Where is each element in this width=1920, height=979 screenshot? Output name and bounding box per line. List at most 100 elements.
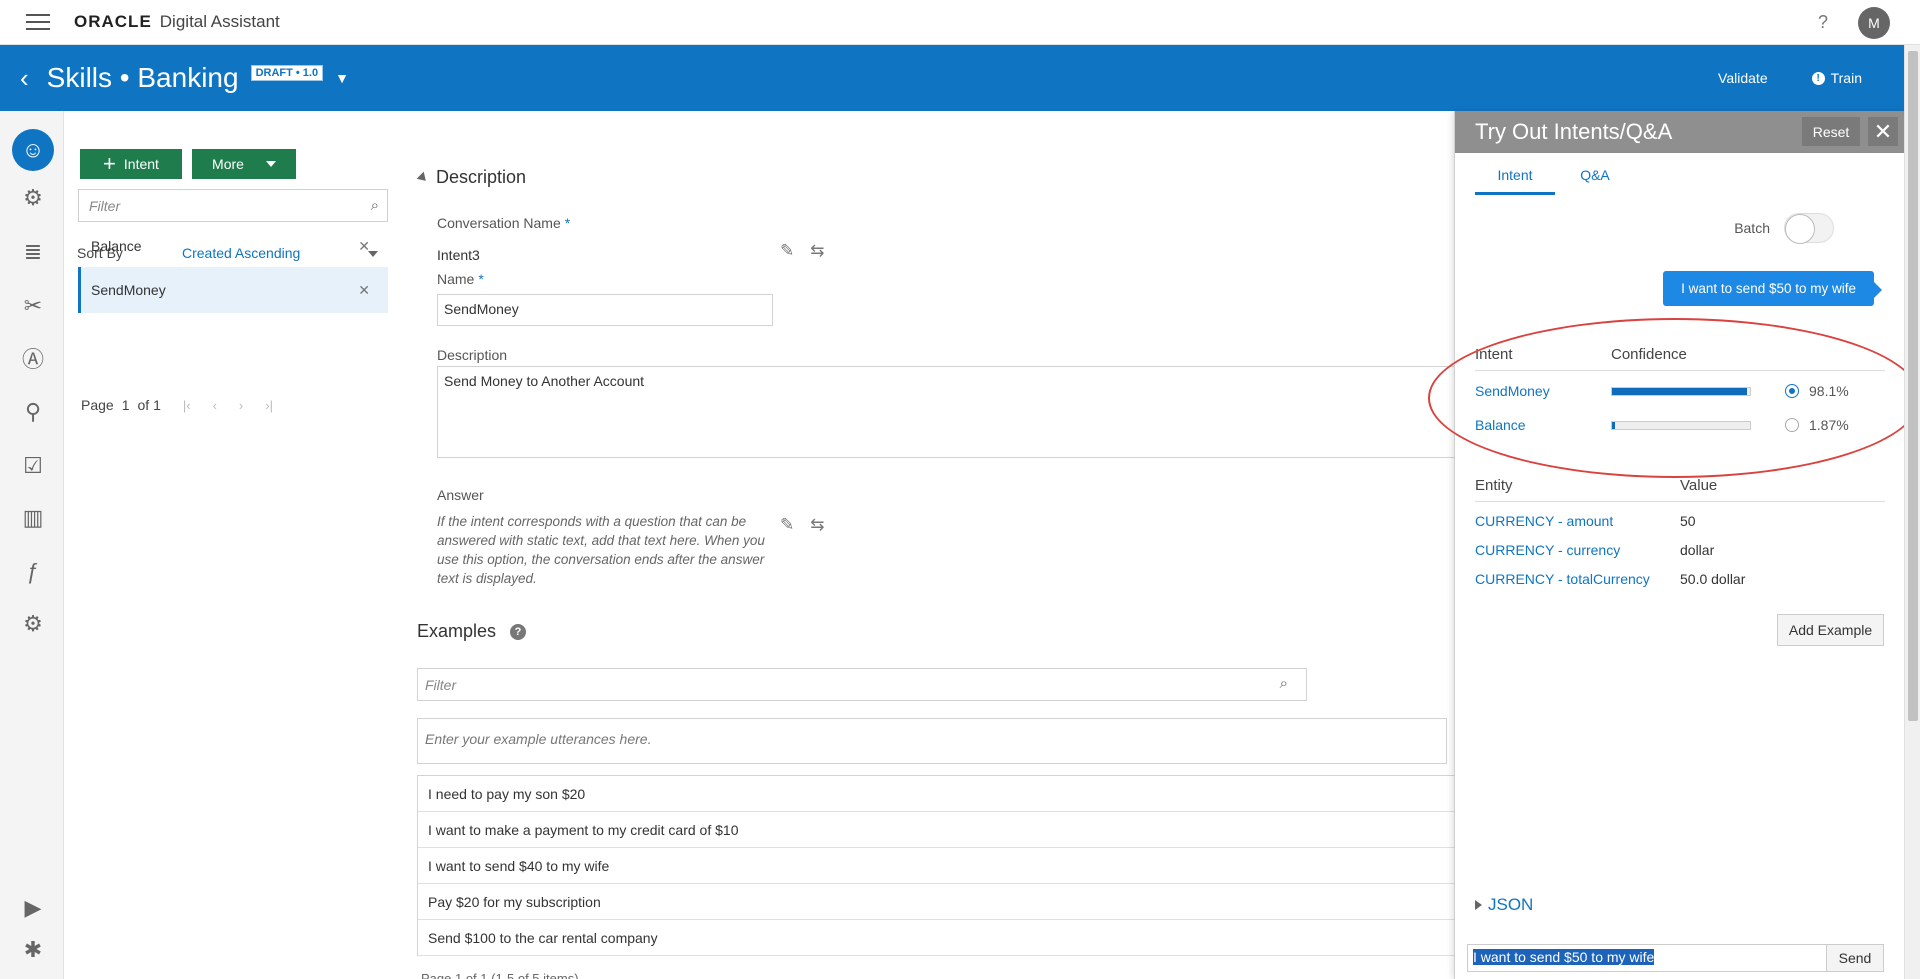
validate-button[interactable]: Validate xyxy=(1718,70,1768,86)
batch-control: Batch xyxy=(1734,213,1834,244)
more-label: More xyxy=(212,156,244,172)
name-input[interactable]: SendMoney xyxy=(437,294,773,326)
intent-list-item-selected[interactable]: SendMoney ✕ xyxy=(78,267,388,313)
entity-link[interactable]: CURRENCY - totalCurrency xyxy=(1475,571,1680,587)
description-textarea[interactable]: Send Money to Another Account xyxy=(437,366,1457,458)
intents-list-panel: + Intent More Filter ⌕ Sort By Created A… xyxy=(64,111,404,979)
confidence-value: 1.87% xyxy=(1809,417,1849,433)
prev-page-icon[interactable]: ‹ xyxy=(213,398,217,413)
intent-radio[interactable] xyxy=(1785,418,1799,432)
insights-icon[interactable]: ☑ xyxy=(16,449,50,483)
intent-list-item[interactable]: Balance ✕ xyxy=(78,223,388,269)
confidence-bar xyxy=(1611,386,1751,396)
entities-icon[interactable]: ⚙ xyxy=(16,181,50,215)
entity-value: dollar xyxy=(1680,542,1715,558)
components-icon[interactable]: ✂ xyxy=(16,289,50,323)
version-dropdown-icon[interactable]: ▼ xyxy=(335,70,349,86)
help-icon[interactable]: ? xyxy=(1818,12,1828,33)
edit-pencil-icon[interactable]: ✎ xyxy=(780,241,794,261)
tab-qna[interactable]: Q&A xyxy=(1555,167,1635,195)
product-name: Digital Assistant xyxy=(159,12,280,31)
answer-label: Answer xyxy=(437,487,484,503)
translate-icon[interactable]: ⇆ xyxy=(810,515,824,535)
filter-placeholder: Filter xyxy=(89,197,121,214)
reset-button[interactable]: Reset xyxy=(1802,117,1860,146)
list-pager: Page 1 of 1 |‹ ‹ › ›| xyxy=(81,397,273,413)
example-row[interactable]: Send $100 to the car rental company xyxy=(417,920,1457,956)
label-text: Name xyxy=(437,271,475,287)
skill-title-bar: ‹ Skills • Banking DRAFT • 1.0 ▼ Validat… xyxy=(0,45,1904,111)
example-utterance-input[interactable]: Enter your example utterances here. xyxy=(417,718,1447,764)
page-number[interactable]: 1 xyxy=(122,397,130,413)
intent-result-row: SendMoney 98.1% xyxy=(1475,383,1885,399)
delete-intent-icon[interactable]: ✕ xyxy=(358,238,370,255)
examples-filter-input[interactable]: Filter ⌕ xyxy=(417,668,1307,701)
intent-result-link[interactable]: SendMoney xyxy=(1475,383,1611,399)
tab-intent[interactable]: Intent xyxy=(1475,167,1555,195)
json-label: JSON xyxy=(1488,895,1534,914)
settings-icon[interactable]: ⚙ xyxy=(16,607,50,641)
confidence-column-header: Confidence xyxy=(1611,346,1687,363)
last-page-icon[interactable]: ›| xyxy=(265,398,273,413)
analytics-icon[interactable]: ▥ xyxy=(16,501,50,535)
edit-pencil-icon[interactable]: ✎ xyxy=(780,515,794,535)
first-page-icon[interactable]: |‹ xyxy=(183,398,191,413)
entity-row: CURRENCY - currency dollar xyxy=(1475,542,1885,558)
train-button[interactable]: ! Train xyxy=(1811,70,1862,86)
brand: ORACLE Digital Assistant xyxy=(74,12,280,32)
next-page-icon[interactable]: › xyxy=(239,398,243,413)
debug-icon[interactable]: ✱ xyxy=(16,933,50,967)
hamburger-menu-icon[interactable] xyxy=(26,14,50,30)
entity-value: 50.0 dollar xyxy=(1680,571,1746,587)
add-intent-button[interactable]: + Intent xyxy=(80,149,182,179)
section-title: Description xyxy=(436,167,527,187)
try-out-header: Try Out Intents/Q&A Reset ✕ xyxy=(1455,111,1904,153)
avatar[interactable]: M xyxy=(1858,6,1890,39)
translate-icon[interactable]: ⇆ xyxy=(810,241,824,261)
help-circle-icon[interactable]: ? xyxy=(510,623,527,640)
entity-value: 50 xyxy=(1680,513,1696,529)
scrollbar-thumb[interactable] xyxy=(1908,51,1918,721)
train-label: Train xyxy=(1830,70,1862,86)
plus-icon: + xyxy=(103,151,116,176)
search-icon[interactable]: ⌕ xyxy=(1280,675,1288,692)
json-toggle[interactable]: JSON xyxy=(1475,895,1533,915)
send-button[interactable]: Send xyxy=(1826,944,1884,972)
intents-icon[interactable]: ☺ xyxy=(12,129,54,171)
flows-icon[interactable]: ≣ xyxy=(16,235,50,269)
intent-editor: Description Conversation Name * Intent3 ✎… xyxy=(404,111,1457,979)
intent-item-label: SendMoney xyxy=(91,282,166,298)
entity-link[interactable]: CURRENCY - currency xyxy=(1475,542,1680,558)
utterance-input[interactable]: I want to send $50 to my wife xyxy=(1467,944,1829,972)
example-row[interactable]: Pay $20 for my subscription xyxy=(417,884,1457,920)
batch-toggle[interactable] xyxy=(1784,213,1834,244)
intent-filter-input[interactable]: Filter ⌕ xyxy=(78,189,388,222)
resource-bundles-icon[interactable]: Ⓐ xyxy=(16,341,50,375)
description-label: Description xyxy=(437,347,508,363)
close-icon[interactable]: ✕ xyxy=(1868,117,1898,146)
example-row[interactable]: I need to pay my son $20 xyxy=(417,776,1457,812)
delete-intent-icon[interactable]: ✕ xyxy=(358,282,370,299)
quality-icon[interactable]: ⚲ xyxy=(16,395,50,429)
functions-icon[interactable]: ƒ xyxy=(16,555,50,589)
batch-label: Batch xyxy=(1734,220,1770,236)
play-icon[interactable]: ▶ xyxy=(16,891,50,925)
example-row[interactable]: I want to send $40 to my wife xyxy=(417,848,1457,884)
search-icon[interactable]: ⌕ xyxy=(371,197,379,214)
entity-link[interactable]: CURRENCY - amount xyxy=(1475,513,1680,529)
confidence-bar-fill xyxy=(1612,387,1748,395)
back-chevron-icon[interactable]: ‹ xyxy=(20,65,29,91)
intent-result-link[interactable]: Balance xyxy=(1475,417,1611,433)
expand-icon xyxy=(1475,900,1482,910)
try-out-panel: Try Out Intents/Q&A Reset ✕ Intent Q&A B… xyxy=(1454,111,1904,979)
entity-column-header: Entity xyxy=(1475,477,1513,494)
add-example-button[interactable]: Add Example xyxy=(1777,614,1884,646)
page-scrollbar[interactable] xyxy=(1904,45,1920,979)
intent-radio[interactable] xyxy=(1785,384,1799,398)
example-row[interactable]: I want to make a payment to my credit ca… xyxy=(417,812,1457,848)
label-text: Conversation Name xyxy=(437,215,561,231)
answer-hint-text[interactable]: If the intent corresponds with a questio… xyxy=(437,512,767,588)
description-section-header[interactable]: Description xyxy=(416,167,527,188)
more-button[interactable]: More xyxy=(192,149,296,179)
name-label: Name * xyxy=(437,271,484,287)
